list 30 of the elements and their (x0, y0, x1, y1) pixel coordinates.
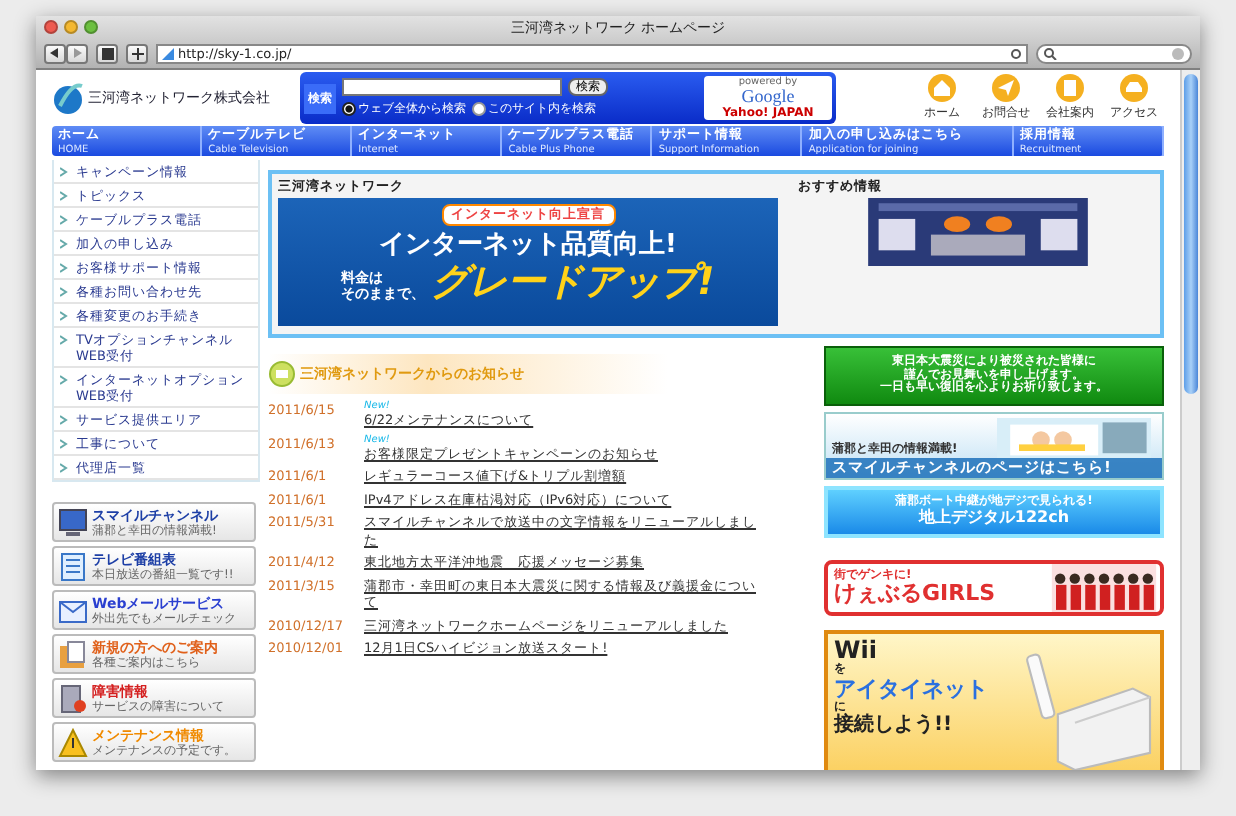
add-bookmark-button[interactable] (126, 43, 148, 63)
forward-button[interactable] (66, 43, 88, 63)
server-icon (58, 683, 88, 713)
scrollbar[interactable] (1180, 70, 1200, 770)
plus-icon (131, 47, 143, 59)
back-icon (50, 48, 60, 58)
site-search-input[interactable] (342, 78, 562, 96)
house-icon (928, 74, 956, 102)
zoom-button[interactable] (84, 20, 98, 34)
clear-icon (1172, 47, 1184, 59)
envelope-icon (58, 595, 88, 625)
forward-icon (72, 48, 82, 58)
document-icon (58, 551, 88, 581)
paper-plane-icon (992, 74, 1020, 102)
building-icon (1056, 74, 1084, 102)
site-icon (162, 47, 174, 59)
reload-icon (1010, 47, 1022, 59)
folder-icon (58, 639, 88, 669)
close-button[interactable] (44, 20, 58, 34)
car-icon (1120, 74, 1148, 102)
back-button[interactable] (44, 43, 66, 63)
warning-icon (58, 727, 88, 757)
search-field[interactable] (1036, 43, 1192, 63)
logo-icon (52, 82, 84, 114)
minimize-button[interactable] (64, 20, 78, 34)
monitor-icon (58, 507, 88, 537)
search-icon (1044, 47, 1058, 59)
chevron-icon (60, 373, 68, 385)
speech-bubble-icon (268, 360, 296, 388)
bookmark-button[interactable] (96, 43, 118, 63)
